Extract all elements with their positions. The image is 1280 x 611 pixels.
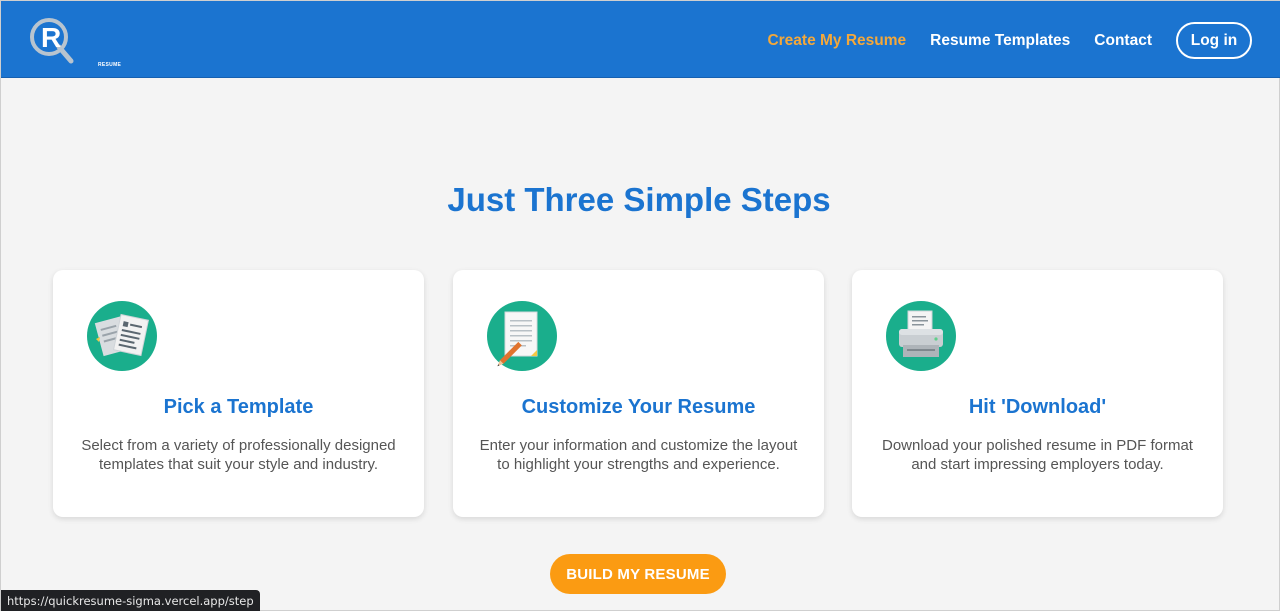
step-title: Customize Your Resume [521,396,756,418]
step-description: Select from a variety of professionally … [81,437,396,473]
documents-icon [87,301,157,371]
logo-subtext: RESUME [98,62,122,68]
navbar: R RESUME Create My Resume Resume Templat… [1,1,1280,78]
step-title: Hit 'Download' [968,396,1107,418]
section-title: Just Three Simple Steps [447,181,831,218]
printer-icon [886,301,956,371]
nav-contact[interactable]: Contact [1094,32,1152,50]
step-description: Enter your information and customize the… [479,437,798,473]
step-description: Download your polished resume in PDF for… [882,437,1193,473]
login-button[interactable]: Log in [1176,22,1252,59]
step-card-pick-template: Pick a Template Select from a variety of… [53,270,424,517]
step-card-customize: Customize Your Resume Enter your informa… [453,270,824,517]
logo[interactable]: R RESUME [29,15,121,68]
svg-text:R: R [41,22,61,53]
nav-create-my-resume[interactable]: Create My Resume [767,32,906,50]
logo-r-icon: R [30,18,74,64]
step-title: Pick a Template [163,396,314,418]
status-bar-url: https://quickresume-sigma.vercel.app/ste… [1,590,260,611]
nav-resume-templates[interactable]: Resume Templates [930,32,1070,50]
step-card-download: Hit 'Download' Download your polished re… [852,270,1223,517]
build-my-resume-button[interactable]: BUILD MY RESUME [550,554,726,594]
nav-links: Create My Resume Resume Templates Contac… [767,22,1252,59]
document-pencil-icon [487,301,557,371]
